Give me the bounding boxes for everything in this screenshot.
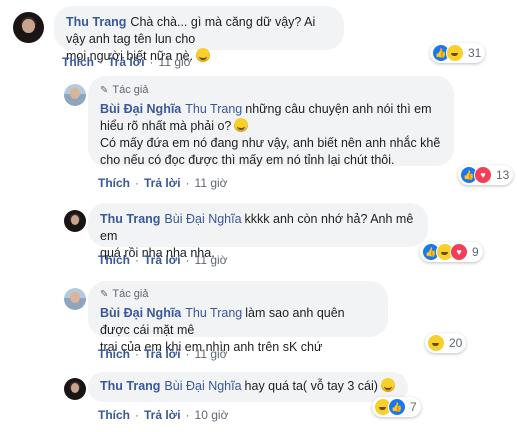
smile-emoji-icon xyxy=(234,118,249,132)
reaction-count: 13 xyxy=(496,168,510,182)
grin-emoji-icon xyxy=(196,48,211,62)
reaction-summary[interactable]: 👍 31 xyxy=(430,43,486,63)
like-icon: 👍 xyxy=(388,398,406,416)
tagged-name[interactable]: Bùi Đại Nghĩa xyxy=(164,212,241,226)
haha-icon xyxy=(427,334,445,352)
comment-text: những câu chuyện anh nói thì em xyxy=(245,102,432,116)
comment-actions: Thích · Trả lời · 10 giờ xyxy=(98,408,229,422)
comment-bubble: Thu Trang Bùi Đại Nghĩa kkkk anh còn nhớ h… xyxy=(88,203,428,260)
like-button[interactable]: Thích xyxy=(98,408,130,422)
like-button[interactable]: Thích xyxy=(98,347,130,361)
commenter-name[interactable]: Thu Trang xyxy=(100,379,160,393)
comment-actions: Thích · Trả lời · 11 giờ xyxy=(98,347,228,361)
timestamp[interactable]: 11 giờ xyxy=(195,347,228,361)
reaction-count: 7 xyxy=(410,400,417,414)
comment-actions: Thích · Trả lời · 11 giờ xyxy=(98,253,228,267)
comment-text: cho nếu có đọc được thì mấy em nó tỉnh l… xyxy=(100,153,395,167)
comment-actions: Thích · Trả lời · 11 giờ xyxy=(98,176,228,190)
comment-bubble: ✎ Tác giả Bùi Đại Nghĩa Thu Trang những câu… xyxy=(88,76,454,167)
reaction-summary[interactable]: 👍 ♥ 13 xyxy=(458,165,514,185)
commenter-name[interactable]: Bùi Đại Nghĩa xyxy=(100,306,181,320)
pencil-icon: ✎ xyxy=(100,85,109,96)
avatar[interactable] xyxy=(13,12,44,43)
like-button[interactable]: Thích xyxy=(98,253,130,267)
reply-button[interactable]: Trả lời xyxy=(108,55,145,69)
avatar[interactable] xyxy=(64,84,86,106)
reaction-summary[interactable]: 20 xyxy=(425,333,467,353)
comment-text: Có mấy đứa em nó đang như vậy, anh biết … xyxy=(100,136,441,150)
reply-button[interactable]: Trả lời xyxy=(144,253,181,267)
comment-actions: Thích · Trả lời · 11 giờ xyxy=(62,55,192,69)
reply-button[interactable]: Trả lời xyxy=(144,176,181,190)
comment-bubble: Thu Trang Chà chà... gì mà căng dữ vậy? A… xyxy=(54,6,344,63)
tagged-name[interactable]: Bùi Đại Nghĩa xyxy=(164,379,241,393)
love-icon: ♥ xyxy=(474,166,492,184)
comment-text: hay quá ta( vỗ tay 3 cái) xyxy=(244,379,378,393)
avatar[interactable] xyxy=(64,288,86,310)
timestamp[interactable]: 10 giờ xyxy=(195,408,229,422)
haha-icon xyxy=(446,44,464,62)
reaction-count: 20 xyxy=(449,336,463,350)
comment-text: hiểu rõ nhất mà phải o? xyxy=(100,119,232,133)
tagged-name[interactable]: Thu Trang xyxy=(185,306,242,320)
timestamp[interactable]: 11 giờ xyxy=(195,176,228,190)
timestamp[interactable]: 11 giờ xyxy=(159,55,192,69)
author-tag: ✎ Tác giả xyxy=(100,82,442,99)
reaction-count: 31 xyxy=(468,46,482,60)
reply-button[interactable]: Trả lời xyxy=(144,347,181,361)
commenter-name[interactable]: Thu Trang xyxy=(66,15,126,29)
reaction-summary[interactable]: 👍 7 xyxy=(372,397,421,417)
reaction-summary[interactable]: 👍 ♥ 9 xyxy=(420,242,483,262)
like-button[interactable]: Thích xyxy=(98,176,130,190)
avatar[interactable] xyxy=(64,378,86,400)
comment-bubble: Thu Trang Bùi Đại Nghĩa hay quá ta( vỗ tay… xyxy=(88,372,408,402)
reaction-count: 9 xyxy=(472,245,479,259)
comment-bubble: ✎ Tác giả Bùi Đại Nghĩa Thu Trang làm sao a… xyxy=(88,281,388,354)
grin-emoji-icon xyxy=(380,378,395,392)
reply-button[interactable]: Trả lời xyxy=(144,408,181,422)
like-button[interactable]: Thích xyxy=(62,55,94,69)
pencil-icon: ✎ xyxy=(100,289,109,300)
commenter-name[interactable]: Bùi Đại Nghĩa xyxy=(100,102,181,116)
tagged-name[interactable]: Thu Trang xyxy=(185,102,242,116)
timestamp[interactable]: 11 giờ xyxy=(195,253,228,267)
commenter-name[interactable]: Thu Trang xyxy=(100,212,160,226)
author-tag: ✎ Tác giả xyxy=(100,286,376,303)
love-icon: ♥ xyxy=(450,243,468,261)
avatar[interactable] xyxy=(64,210,86,232)
